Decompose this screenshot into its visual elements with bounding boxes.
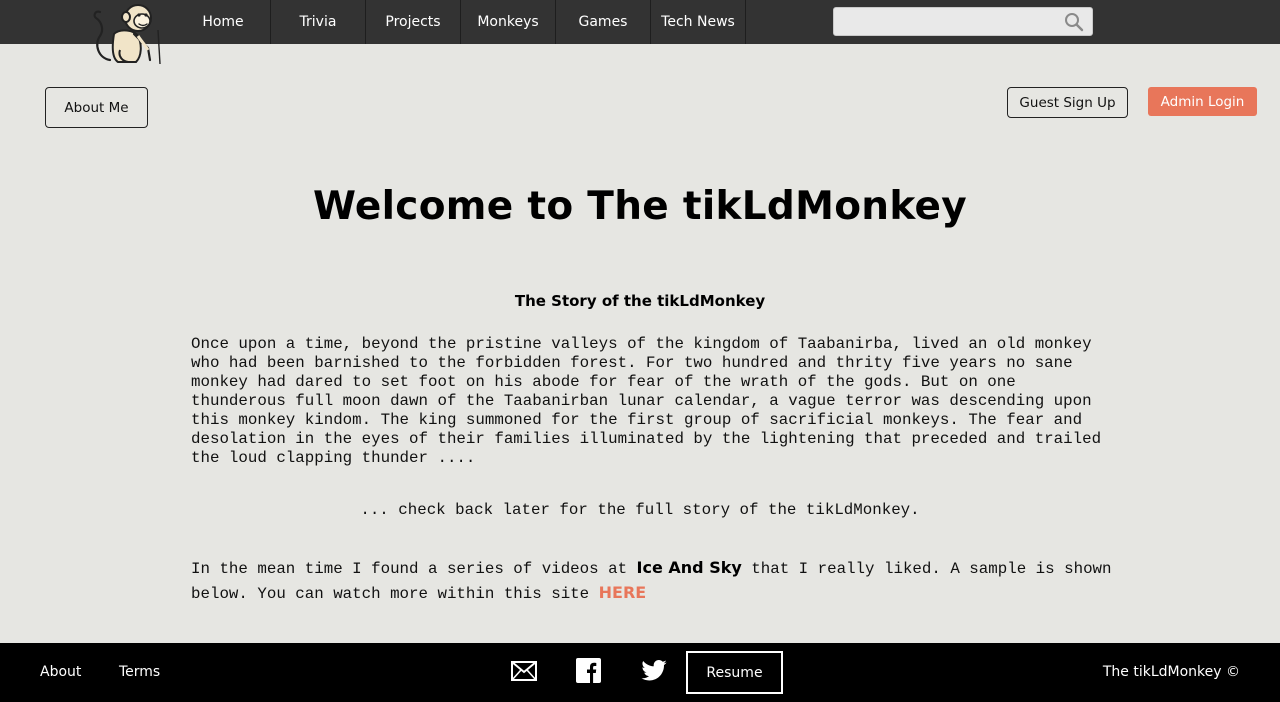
copyright-text: The tikLdMonkey © — [1102, 664, 1240, 680]
facebook-icon[interactable] — [576, 658, 601, 683]
footer: About Terms Resume The tikLdMonkey © — [0, 643, 1280, 702]
about-me-button[interactable]: About Me — [45, 87, 148, 128]
story-heading: The Story of the tikLdMonkey — [514, 292, 766, 310]
nav-item-projects[interactable]: Projects — [366, 0, 461, 44]
admin-login-button[interactable]: Admin Login — [1148, 87, 1257, 116]
resume-button[interactable]: Resume — [686, 651, 783, 694]
mail-icon[interactable] — [511, 661, 537, 681]
search-box — [833, 7, 1093, 36]
nav-item-games[interactable]: Games — [556, 0, 651, 44]
nav-item-home[interactable]: Home — [176, 0, 271, 44]
here-link[interactable]: HERE — [599, 583, 647, 602]
search-icon[interactable] — [1064, 12, 1084, 32]
videos-paragraph: In the mean time I found a series of vid… — [191, 556, 1121, 606]
page-title: Welcome to The tikLdMonkey — [312, 184, 968, 229]
check-back-text: ... check back later for the full story … — [360, 501, 920, 519]
guest-signup-button[interactable]: Guest Sign Up — [1007, 87, 1128, 118]
monkey-logo[interactable] — [92, 0, 168, 68]
nav-item-monkeys[interactable]: Monkeys — [461, 0, 556, 44]
nav-item-tech-news[interactable]: Tech News — [651, 0, 746, 44]
nav-item-trivia[interactable]: Trivia — [271, 0, 366, 44]
videos-text-before: In the mean time I found a series of vid… — [191, 560, 637, 578]
ice-and-sky-link[interactable]: Ice And Sky — [637, 558, 742, 577]
footer-terms-link[interactable]: Terms — [119, 664, 160, 680]
twitter-icon[interactable] — [641, 660, 667, 681]
footer-about-link[interactable]: About — [40, 664, 81, 680]
story-text: Once upon a time, beyond the pristine va… — [191, 335, 1102, 467]
top-navbar: Home Trivia Projects Monkeys Games Tech … — [0, 0, 1280, 44]
search-input[interactable] — [834, 8, 1054, 35]
main-nav: Home Trivia Projects Monkeys Games Tech … — [176, 0, 746, 44]
